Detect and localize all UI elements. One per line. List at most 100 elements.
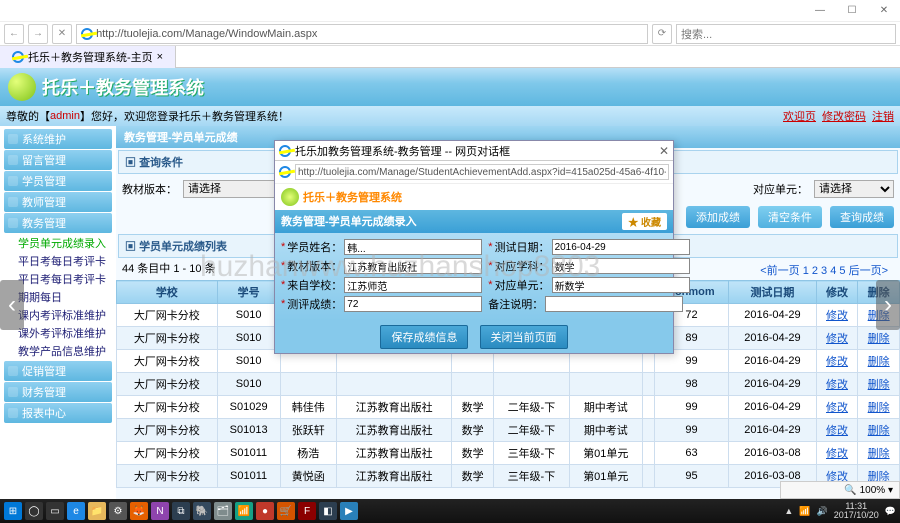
student-name-input[interactable]	[344, 239, 482, 255]
modal-titlebar: 托乐加教务管理系统-教务管理 -- 网页对话框 ✕	[275, 141, 673, 161]
nav-stop-button[interactable]: ✕	[52, 24, 72, 44]
table-row: 大厂网卡分校S01029韩佳伟江苏教育出版社数学二年级-下期中考试992016-…	[117, 396, 900, 419]
modal-url-row	[275, 161, 673, 184]
taskbar-app-icon[interactable]: 🦊	[130, 502, 148, 520]
browser-search-input[interactable]: 搜索...	[676, 24, 896, 44]
nav-refresh-button[interactable]: ⟳	[652, 24, 672, 44]
app-header: 托乐＋教务管理系统	[0, 68, 900, 106]
pager[interactable]: <前一页 1 2 3 4 5 后一页>	[754, 260, 894, 280]
edit-link[interactable]: 修改	[826, 379, 848, 391]
sidebar-item-student[interactable]: 学员管理	[4, 171, 112, 191]
url-text: http://tuolejia.com/Manage/WindowMain.as…	[96, 28, 317, 40]
table-header: 学号	[217, 281, 280, 304]
browser-tab[interactable]: 托乐＋教务管理系统-主页 ×	[0, 46, 176, 68]
ie-status-bar: 🔍 100% ▾	[780, 481, 900, 499]
taskbar-app-icon[interactable]: ●	[256, 502, 274, 520]
modal-brand-text: 托乐＋教务管理系统	[303, 189, 402, 205]
clear-filter-button[interactable]: 清空条件	[758, 206, 822, 228]
unit-input[interactable]	[552, 277, 690, 293]
nav-forward-button[interactable]: →	[28, 24, 48, 44]
modal-section-header: 教务管理-学员单元成绩录入 ★ 收藏	[275, 210, 673, 233]
delete-link[interactable]: 删除	[868, 425, 890, 437]
ie-icon	[279, 145, 291, 157]
next-arrow-button[interactable]: ›	[876, 280, 900, 330]
taskbar-app-icon[interactable]: ▶	[340, 502, 358, 520]
edit-link[interactable]: 修改	[826, 356, 848, 368]
zoom-level[interactable]: 🔍 100% ▾	[844, 485, 893, 496]
version-label: 教材版本：	[122, 181, 177, 197]
sidebar-item-system[interactable]: 系统维护	[4, 129, 112, 149]
delete-link[interactable]: 删除	[868, 379, 890, 391]
edit-link[interactable]: 修改	[826, 425, 848, 437]
taskbar-app-icon[interactable]: e	[67, 502, 85, 520]
sidebar-item-finance[interactable]: 财务管理	[4, 382, 112, 402]
taskbar-app-icon[interactable]: ◧	[319, 502, 337, 520]
sidebar-item-reports[interactable]: 报表中心	[4, 403, 112, 423]
unit-select[interactable]: 请选择	[814, 180, 894, 198]
table-header: 测试日期	[729, 281, 817, 304]
taskbar-app-icon[interactable]: ▭	[46, 502, 64, 520]
prev-arrow-button[interactable]: ‹	[0, 280, 24, 330]
modal-close-button[interactable]: ✕	[659, 144, 669, 158]
taskbar-app-icon[interactable]: 🛒	[277, 502, 295, 520]
link-logout[interactable]: 注销	[872, 108, 894, 124]
welcome-bar: 尊敬的【 admin 】您好，欢迎您登录托乐＋教务管理系统！ 欢迎页 修改密码 …	[0, 106, 900, 126]
sidebar-item-teacher[interactable]: 教师管理	[4, 192, 112, 212]
taskbar-app-icon[interactable]: 🗂	[214, 502, 232, 520]
app-logo-icon	[8, 73, 36, 101]
modal-brand: 托乐＋教务管理系统	[275, 184, 673, 210]
app-brand-title: 托乐＋教务管理系统	[42, 74, 204, 100]
tab-close-icon[interactable]: ×	[157, 51, 163, 63]
close-page-button[interactable]: 关闭当前页面	[480, 325, 568, 349]
address-bar[interactable]: http://tuolejia.com/Manage/WindowMain.as…	[76, 24, 648, 44]
sidebar-item-message[interactable]: 留言管理	[4, 150, 112, 170]
edit-link[interactable]: 修改	[826, 333, 848, 345]
taskbar-app-icon[interactable]: N	[151, 502, 169, 520]
edit-link[interactable]: 修改	[826, 402, 848, 414]
delete-link[interactable]: 删除	[868, 356, 890, 368]
link-change-password[interactable]: 修改密码	[822, 108, 866, 124]
window-minimize-button[interactable]: —	[804, 0, 836, 22]
window-maximize-button[interactable]: ☐	[836, 0, 868, 22]
test-date-input[interactable]	[552, 239, 690, 255]
subject-input[interactable]	[552, 258, 690, 274]
sidebar-item-promotion[interactable]: 促销管理	[4, 361, 112, 381]
taskbar-app-icon[interactable]: ⧉	[172, 502, 190, 520]
taskbar-app-icon[interactable]: ◯	[25, 502, 43, 520]
query-score-button[interactable]: 查询成绩	[830, 206, 894, 228]
welcome-suffix: 】您好，欢迎您登录托乐＋教务管理系统！	[80, 108, 289, 124]
school-input[interactable]	[344, 277, 482, 293]
window-close-button[interactable]: ✕	[868, 0, 900, 22]
delete-link[interactable]: 删除	[868, 448, 890, 460]
table-header: 学校	[117, 281, 218, 304]
score-input[interactable]	[344, 296, 482, 312]
sidebar-item-education[interactable]: 教务管理	[4, 213, 112, 233]
save-score-button[interactable]: 保存成绩信息	[380, 325, 468, 349]
sidebar-sub-product-info[interactable]: 教学产品信息维护	[4, 342, 112, 360]
taskbar-app-icon[interactable]: 📶	[235, 502, 253, 520]
taskbar-app-icon[interactable]: ⊞	[4, 502, 22, 520]
remark-input[interactable]	[545, 296, 683, 312]
ie-icon	[12, 51, 24, 63]
delete-link[interactable]: 删除	[868, 402, 890, 414]
sidebar-sub-daily-review-1[interactable]: 平日考每日考评卡	[4, 252, 112, 270]
system-tray[interactable]: ▲📶🔊 11:31 2017/10/20 💬	[784, 502, 896, 520]
browser-tabbar: 托乐＋教务管理系统-主页 ×	[0, 46, 900, 68]
nav-back-button[interactable]: ←	[4, 24, 24, 44]
textbook-version-input[interactable]	[344, 258, 482, 274]
delete-link[interactable]: 删除	[868, 333, 890, 345]
taskbar-app-icon[interactable]: 📁	[88, 502, 106, 520]
taskbar-app-icon[interactable]: F	[298, 502, 316, 520]
modal-url-input[interactable]	[295, 164, 669, 180]
favorite-button[interactable]: ★ 收藏	[622, 213, 667, 230]
edit-link[interactable]: 修改	[826, 448, 848, 460]
sidebar-sub-score-entry[interactable]: 学员单元成绩录入	[4, 234, 112, 252]
taskbar-app-icon[interactable]: 🐘	[193, 502, 211, 520]
link-welcome-page[interactable]: 欢迎页	[783, 108, 816, 124]
taskbar-app-icon[interactable]: ⚙	[109, 502, 127, 520]
table-row: 大厂网卡分校S01013张跃轩江苏教育出版社数学二年级-下期中考试992016-…	[117, 419, 900, 442]
add-score-button[interactable]: 添加成绩	[686, 206, 750, 228]
table-row: 大厂网卡分校S010982016-04-29修改删除	[117, 373, 900, 396]
edit-link[interactable]: 修改	[826, 310, 848, 322]
modal-dialog: 托乐加教务管理系统-教务管理 -- 网页对话框 ✕ 托乐＋教务管理系统 教务管理…	[274, 140, 674, 354]
